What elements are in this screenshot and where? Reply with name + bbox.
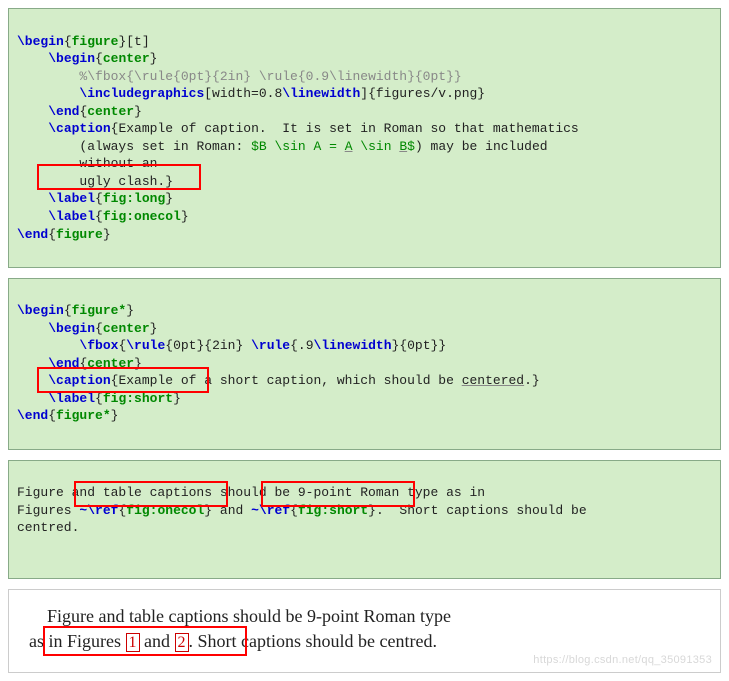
cmd-caption: \caption — [48, 121, 110, 136]
cmd-end: \end — [17, 227, 48, 242]
label-fig-onecol: fig:onecol — [103, 209, 181, 224]
cmd-ref: \ref — [87, 503, 118, 518]
cmd-includegraphics: \includegraphics — [79, 86, 204, 101]
label-fig-short: fig:short — [103, 391, 173, 406]
cmd-label: \label — [48, 391, 95, 406]
rendered-output: Figure and table captions should be 9-po… — [8, 589, 721, 674]
comment-line: %\fbox{\rule{0pt}{2in} \rule{0.9\linewid… — [79, 69, 461, 84]
cmd-caption: \caption — [48, 373, 110, 388]
arg-figure-star: figure* — [72, 303, 127, 318]
arg-figure: figure — [72, 34, 119, 49]
cmd-label: \label — [48, 191, 95, 206]
ref-fig-onecol: fig:onecol — [126, 503, 204, 518]
cmd-end: \end — [48, 104, 79, 119]
cmd-label: \label — [48, 209, 95, 224]
output-line-1: Figure and table captions should be 9-po… — [47, 606, 451, 626]
cmd-fbox: \fbox — [79, 338, 118, 353]
label-fig-long: fig:long — [103, 191, 165, 206]
output-line-2a: as in Figures — [29, 631, 126, 651]
code-block-figure-short: \begin{figure*} \begin{center} \fbox{\ru… — [8, 278, 721, 450]
arg-center: center — [103, 51, 150, 66]
code-block-figure-long: \begin{figure}[t] \begin{center} %\fbox{… — [8, 8, 721, 268]
cmd-ref: \ref — [259, 503, 290, 518]
ref-fig-short: fig:short — [298, 503, 368, 518]
cmd-begin: \begin — [48, 51, 95, 66]
code-block-text-refs: Figure and table captions should be 9-po… — [8, 460, 721, 579]
cmd-begin: \begin — [17, 34, 64, 49]
watermark-text: https://blog.csdn.net/qq_35091353 — [533, 653, 712, 668]
cmd-begin: \begin — [17, 303, 64, 318]
